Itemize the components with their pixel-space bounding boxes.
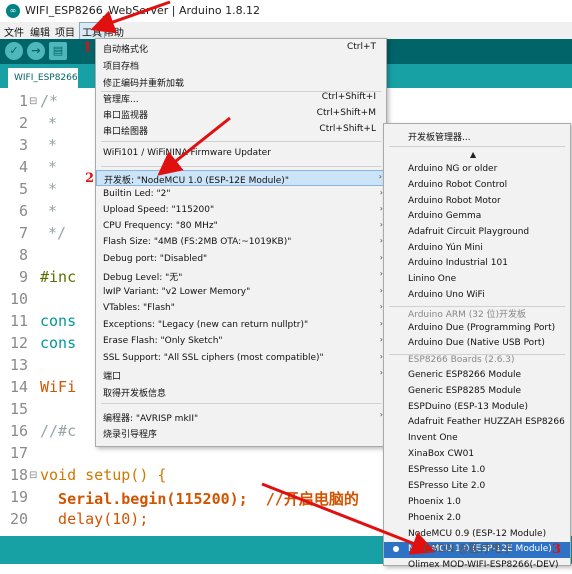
- annotation-arrow: [157, 116, 231, 176]
- annotation-arrows: [90, 0, 436, 555]
- annotation-step-2: 2: [85, 171, 95, 186]
- annotation-arrow: [90, 0, 171, 34]
- annotation-step-1: 1: [83, 40, 93, 55]
- annotation-arrow: [261, 482, 436, 555]
- annotation-step-3: 3: [552, 542, 562, 557]
- watermark: CSDN @医疗电子: [423, 542, 513, 555]
